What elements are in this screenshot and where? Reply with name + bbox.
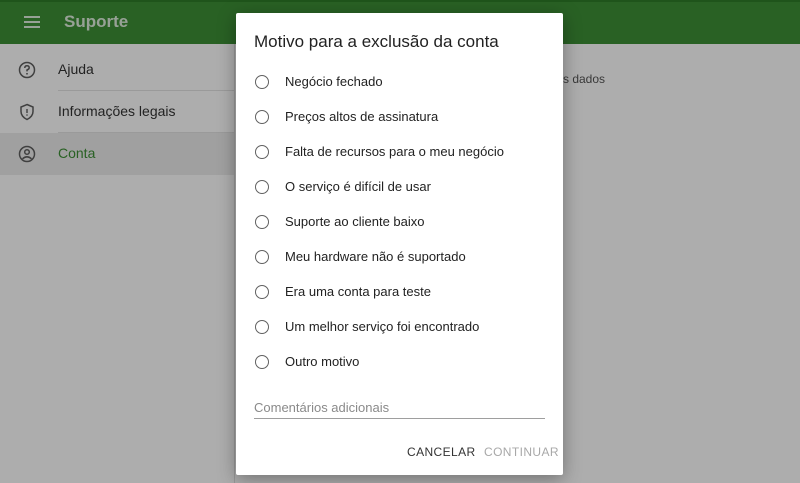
radio-button[interactable] (255, 110, 269, 124)
cancel-button[interactable]: CANCELAR (407, 445, 476, 459)
reason-option-business-closed[interactable]: Negócio fechado (236, 66, 563, 100)
option-label: O serviço é difícil de usar (285, 179, 431, 194)
radio-button[interactable] (255, 180, 269, 194)
dialog-title: Motivo para a exclusão da conta (254, 32, 499, 51)
continue-button[interactable]: CONTINUAR (484, 445, 559, 459)
option-label: Outro motivo (285, 354, 360, 369)
option-label: Falta de recursos para o meu negócio (285, 144, 504, 159)
option-label: Suporte ao cliente baixo (285, 214, 425, 229)
reason-option-hardware-unsupported[interactable]: Meu hardware não é suportado (236, 241, 563, 275)
delete-account-reason-dialog: Motivo para a exclusão da conta Negócio … (236, 13, 563, 475)
additional-comments-input[interactable] (254, 396, 545, 419)
reason-option-better-service[interactable]: Um melhor serviço foi encontrado (236, 311, 563, 345)
radio-button[interactable] (255, 355, 269, 369)
reason-option-test-account[interactable]: Era uma conta para teste (236, 276, 563, 310)
radio-button[interactable] (255, 250, 269, 264)
reason-option-missing-features[interactable]: Falta de recursos para o meu negócio (236, 136, 563, 170)
app-window: Suporte Ajuda Informações legais Conta s… (0, 0, 800, 483)
radio-button[interactable] (255, 285, 269, 299)
reason-option-hard-to-use[interactable]: O serviço é difícil de usar (236, 171, 563, 205)
radio-button[interactable] (255, 75, 269, 89)
option-label: Negócio fechado (285, 74, 383, 89)
reason-option-poor-support[interactable]: Suporte ao cliente baixo (236, 206, 563, 240)
option-label: Era uma conta para teste (285, 284, 431, 299)
option-label: Um melhor serviço foi encontrado (285, 319, 480, 334)
reason-option-high-prices[interactable]: Preços altos de assinatura (236, 101, 563, 135)
reason-option-other[interactable]: Outro motivo (236, 346, 563, 380)
radio-button[interactable] (255, 215, 269, 229)
radio-button[interactable] (255, 145, 269, 159)
radio-button[interactable] (255, 320, 269, 334)
option-label: Meu hardware não é suportado (285, 249, 466, 264)
option-label: Preços altos de assinatura (285, 109, 439, 124)
